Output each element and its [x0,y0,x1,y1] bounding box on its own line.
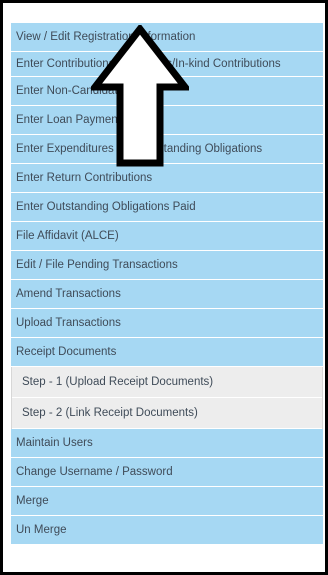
menu-item-edit-file-pending-transactions[interactable]: Edit / File Pending Transactions [11,251,323,280]
menu-item-enter-return-contributions[interactable]: Enter Return Contributions [11,164,323,193]
menu-item-amend-transactions[interactable]: Amend Transactions [11,280,323,309]
menu-item-view-edit-registration[interactable]: View / Edit Registration Information [11,22,323,52]
receipt-documents-submenu: Step - 1 (Upload Receipt Documents) Step… [11,367,323,429]
menu-item-enter-contributions[interactable]: Enter Contributions / Transfers/In-kind … [11,52,323,77]
menu-item-upload-transactions[interactable]: Upload Transactions [11,309,323,338]
navigation-menu: View / Edit Registration Information Ent… [11,22,323,545]
menu-item-enter-expenditures[interactable]: Enter Expenditures and Outstanding Oblig… [11,135,323,164]
menu-item-change-username-password[interactable]: Change Username / Password [11,458,323,487]
menu-item-maintain-users[interactable]: Maintain Users [11,429,323,458]
menu-item-file-affidavit[interactable]: File Affidavit (ALCE) [11,222,323,251]
screenshot-frame: View / Edit Registration Information Ent… [0,0,328,575]
menu-item-un-merge[interactable]: Un Merge [11,516,323,545]
menu-item-enter-outstanding-obligations-paid[interactable]: Enter Outstanding Obligations Paid [11,193,323,222]
submenu-item-step-1-upload[interactable]: Step - 1 (Upload Receipt Documents) [12,367,322,398]
menu-item-enter-non-candidate-loans[interactable]: Enter Non-Candidate Loans [11,77,323,106]
submenu-item-step-2-link[interactable]: Step - 2 (Link Receipt Documents) [12,398,322,429]
menu-item-merge[interactable]: Merge [11,487,323,516]
menu-item-enter-loan-payments[interactable]: Enter Loan Payments [11,106,323,135]
menu-item-receipt-documents[interactable]: Receipt Documents [11,338,323,367]
